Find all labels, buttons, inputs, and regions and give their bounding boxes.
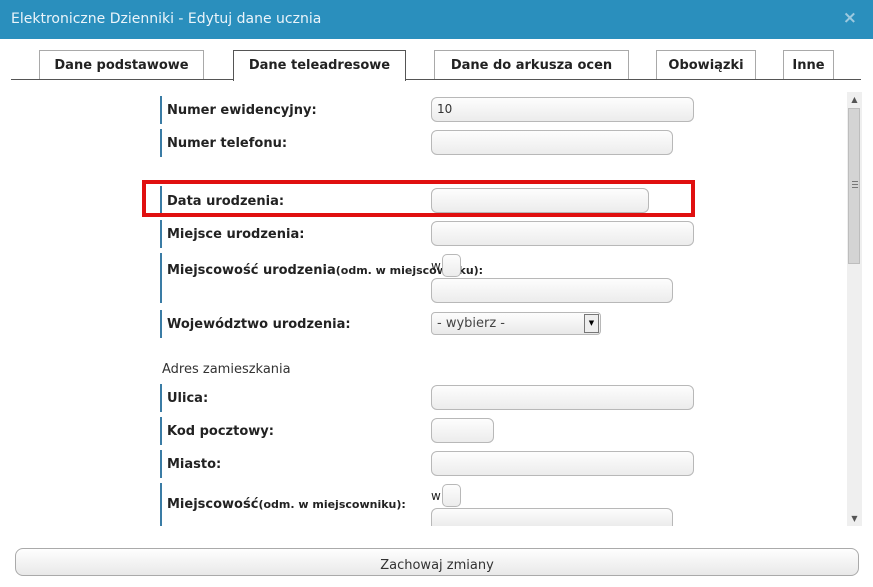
miejscowosc-label-text: Miejscowość <box>167 497 259 512</box>
highlight-frame <box>142 180 695 217</box>
miasto-label: Miasto: <box>160 450 221 478</box>
window-title: Elektroniczne Dzienniki - Edytuj dane uc… <box>11 11 322 27</box>
numer-telefonu-label: Numer telefonu: <box>160 129 287 157</box>
kod-pocztowy-input[interactable] <box>431 418 494 443</box>
tab-inne[interactable]: Inne <box>783 50 834 79</box>
numer-ewidencyjny-label: Numer ewidencyjny: <box>160 96 317 124</box>
miasto-input[interactable] <box>431 451 694 476</box>
scroll-down-icon[interactable]: ▼ <box>847 511 862 526</box>
numer-ewidencyjny-input[interactable]: 10 <box>431 97 694 122</box>
wojewodztwo-urodzenia-select[interactable]: - wybierz - ▼ <box>431 312 601 335</box>
close-icon[interactable]: × <box>843 8 857 28</box>
ulica-input[interactable] <box>431 385 694 410</box>
miejsce-urodzenia-label: Miejsce urodzenia: <box>160 220 304 248</box>
miejscowosc-input[interactable] <box>431 508 673 526</box>
miejsce-urodzenia-input[interactable] <box>431 221 694 246</box>
tab-divider <box>11 79 861 80</box>
scrollbar-thumb[interactable] <box>848 108 860 264</box>
dropdown-arrow-icon[interactable]: ▼ <box>584 314 599 333</box>
ulica-label: Ulica: <box>160 384 208 412</box>
miejscowosc-label-note: (odm. w miejscowniku): <box>258 498 406 511</box>
miejscowosc-checkbox[interactable] <box>442 484 461 507</box>
adres-zamieszkania-heading: Adres zamieszkania <box>162 362 291 377</box>
vertical-scrollbar[interactable]: ▲ ▼ <box>847 92 862 526</box>
grip-icon <box>852 181 858 188</box>
miejscowosc-urodzenia-label-text: Miejscowość urodzenia <box>167 263 336 278</box>
wojewodztwo-selected-value: - wybierz - <box>437 316 506 331</box>
save-button[interactable]: Zachowaj zmiany <box>15 548 859 576</box>
title-bar: Elektroniczne Dzienniki - Edytuj dane uc… <box>0 0 873 39</box>
miejscowosc-prefix: w <box>431 489 441 503</box>
miejscowosc-urodzenia-input[interactable] <box>431 278 673 303</box>
numer-telefonu-input[interactable] <box>431 130 673 155</box>
miejscowosc-label: Miejscowość (odm. w miejscowniku): <box>160 483 406 526</box>
tab-obowiazki[interactable]: Obowiązki <box>656 50 756 79</box>
wojewodztwo-urodzenia-label: Województwo urodzenia: <box>160 310 351 338</box>
miejscowosc-urodzenia-prefix: w <box>431 259 441 273</box>
kod-pocztowy-label: Kod pocztowy: <box>160 417 274 445</box>
scroll-up-icon[interactable]: ▲ <box>847 92 862 107</box>
tab-dane-podstawowe[interactable]: Dane podstawowe <box>39 50 204 79</box>
miejscowosc-urodzenia-checkbox[interactable] <box>442 254 461 277</box>
tab-dane-do-arkusza-ocen[interactable]: Dane do arkusza ocen <box>434 50 629 79</box>
tab-dane-teleadresowe[interactable]: Dane teleadresowe <box>233 50 406 81</box>
